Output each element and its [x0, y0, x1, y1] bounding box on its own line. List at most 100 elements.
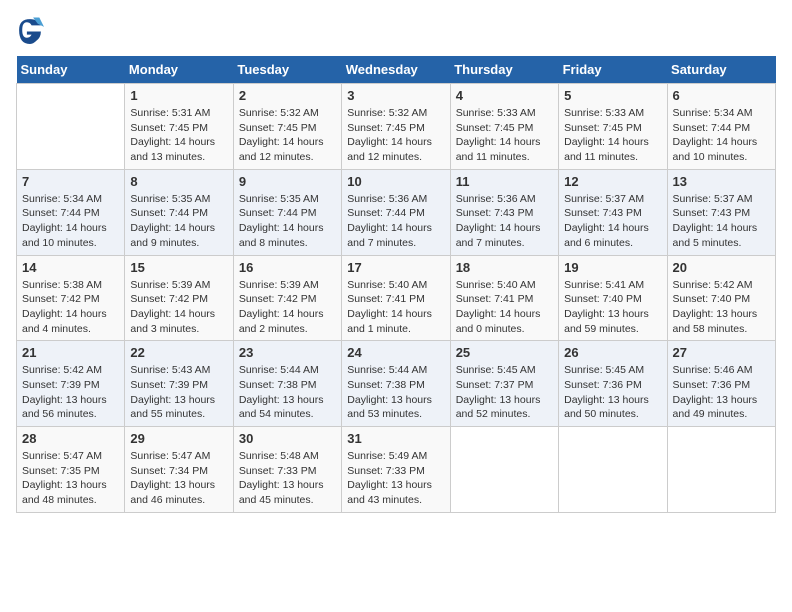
day-info: Sunrise: 5:49 AM Sunset: 7:33 PM Dayligh… — [347, 449, 444, 508]
day-info: Sunrise: 5:36 AM Sunset: 7:44 PM Dayligh… — [347, 192, 444, 251]
day-info: Sunrise: 5:32 AM Sunset: 7:45 PM Dayligh… — [239, 106, 336, 165]
day-info: Sunrise: 5:37 AM Sunset: 7:43 PM Dayligh… — [673, 192, 770, 251]
header-saturday: Saturday — [667, 56, 775, 84]
logo — [16, 16, 48, 44]
calendar-cell: 1 Sunrise: 5:31 AM Sunset: 7:45 PM Daylig… — [125, 84, 233, 170]
day-info: Sunrise: 5:48 AM Sunset: 7:33 PM Dayligh… — [239, 449, 336, 508]
day-number: 6 — [673, 88, 770, 103]
day-number: 16 — [239, 260, 336, 275]
day-number: 27 — [673, 345, 770, 360]
day-number: 18 — [456, 260, 553, 275]
day-number: 14 — [22, 260, 119, 275]
day-number: 19 — [564, 260, 661, 275]
day-number: 17 — [347, 260, 444, 275]
calendar-cell: 31 Sunrise: 5:49 AM Sunset: 7:33 PM Dayli… — [342, 427, 450, 513]
day-info: Sunrise: 5:36 AM Sunset: 7:43 PM Dayligh… — [456, 192, 553, 251]
day-info: Sunrise: 5:35 AM Sunset: 7:44 PM Dayligh… — [130, 192, 227, 251]
day-number: 13 — [673, 174, 770, 189]
day-info: Sunrise: 5:32 AM Sunset: 7:45 PM Dayligh… — [347, 106, 444, 165]
calendar-cell: 14 Sunrise: 5:38 AM Sunset: 7:42 PM Dayli… — [17, 255, 125, 341]
day-number: 29 — [130, 431, 227, 446]
day-number: 1 — [130, 88, 227, 103]
calendar-cell: 19 Sunrise: 5:41 AM Sunset: 7:40 PM Dayli… — [559, 255, 667, 341]
day-info: Sunrise: 5:41 AM Sunset: 7:40 PM Dayligh… — [564, 278, 661, 337]
day-number: 2 — [239, 88, 336, 103]
day-info: Sunrise: 5:38 AM Sunset: 7:42 PM Dayligh… — [22, 278, 119, 337]
calendar-cell: 17 Sunrise: 5:40 AM Sunset: 7:41 PM Dayli… — [342, 255, 450, 341]
calendar-cell: 3 Sunrise: 5:32 AM Sunset: 7:45 PM Daylig… — [342, 84, 450, 170]
calendar-cell: 21 Sunrise: 5:42 AM Sunset: 7:39 PM Dayli… — [17, 341, 125, 427]
day-info: Sunrise: 5:44 AM Sunset: 7:38 PM Dayligh… — [239, 363, 336, 422]
calendar-cell: 4 Sunrise: 5:33 AM Sunset: 7:45 PM Daylig… — [450, 84, 558, 170]
day-number: 25 — [456, 345, 553, 360]
day-info: Sunrise: 5:46 AM Sunset: 7:36 PM Dayligh… — [673, 363, 770, 422]
day-number: 12 — [564, 174, 661, 189]
day-number: 7 — [22, 174, 119, 189]
day-number: 5 — [564, 88, 661, 103]
day-number: 30 — [239, 431, 336, 446]
day-info: Sunrise: 5:47 AM Sunset: 7:35 PM Dayligh… — [22, 449, 119, 508]
header-tuesday: Tuesday — [233, 56, 341, 84]
calendar-cell: 24Sunrise: 5:44 AM Sunset: 7:38 PM Dayli… — [342, 341, 450, 427]
calendar-cell: 26Sunrise: 5:45 AM Sunset: 7:36 PM Dayli… — [559, 341, 667, 427]
calendar-table: SundayMondayTuesdayWednesdayThursdayFrid… — [16, 56, 776, 513]
day-info: Sunrise: 5:39 AM Sunset: 7:42 PM Dayligh… — [130, 278, 227, 337]
calendar-cell: 12 Sunrise: 5:37 AM Sunset: 7:43 PM Dayli… — [559, 169, 667, 255]
day-number: 9 — [239, 174, 336, 189]
calendar-cell — [559, 427, 667, 513]
day-info: Sunrise: 5:43 AM Sunset: 7:39 PM Dayligh… — [130, 363, 227, 422]
header-sunday: Sunday — [17, 56, 125, 84]
logo-icon — [16, 16, 44, 44]
day-info: Sunrise: 5:33 AM Sunset: 7:45 PM Dayligh… — [456, 106, 553, 165]
day-number: 21 — [22, 345, 119, 360]
calendar-cell — [17, 84, 125, 170]
calendar-cell: 13 Sunrise: 5:37 AM Sunset: 7:43 PM Dayli… — [667, 169, 775, 255]
calendar-cell: 18 Sunrise: 5:40 AM Sunset: 7:41 PM Dayli… — [450, 255, 558, 341]
week-row-4: 21 Sunrise: 5:42 AM Sunset: 7:39 PM Dayli… — [17, 341, 776, 427]
week-row-3: 14 Sunrise: 5:38 AM Sunset: 7:42 PM Dayli… — [17, 255, 776, 341]
calendar-cell — [450, 427, 558, 513]
day-number: 10 — [347, 174, 444, 189]
day-info: Sunrise: 5:37 AM Sunset: 7:43 PM Dayligh… — [564, 192, 661, 251]
day-number: 8 — [130, 174, 227, 189]
day-info: Sunrise: 5:45 AM Sunset: 7:37 PM Dayligh… — [456, 363, 553, 422]
day-number: 26 — [564, 345, 661, 360]
day-number: 20 — [673, 260, 770, 275]
header-thursday: Thursday — [450, 56, 558, 84]
calendar-cell: 16 Sunrise: 5:39 AM Sunset: 7:42 PM Dayli… — [233, 255, 341, 341]
day-info: Sunrise: 5:40 AM Sunset: 7:41 PM Dayligh… — [347, 278, 444, 337]
day-number: 31 — [347, 431, 444, 446]
day-info: Sunrise: 5:31 AM Sunset: 7:45 PM Dayligh… — [130, 106, 227, 165]
calendar-cell: 28Sunrise: 5:47 AM Sunset: 7:35 PM Dayli… — [17, 427, 125, 513]
day-number: 24 — [347, 345, 444, 360]
header-wednesday: Wednesday — [342, 56, 450, 84]
calendar-cell: 6 Sunrise: 5:34 AM Sunset: 7:44 PM Daylig… — [667, 84, 775, 170]
day-info: Sunrise: 5:42 AM Sunset: 7:39 PM Dayligh… — [22, 363, 119, 422]
calendar-cell: 8 Sunrise: 5:35 AM Sunset: 7:44 PM Daylig… — [125, 169, 233, 255]
page-header — [16, 16, 776, 44]
day-number: 11 — [456, 174, 553, 189]
week-row-2: 7Sunrise: 5:34 AM Sunset: 7:44 PM Daylig… — [17, 169, 776, 255]
day-number: 15 — [130, 260, 227, 275]
calendar-cell: 22Sunrise: 5:43 AM Sunset: 7:39 PM Dayli… — [125, 341, 233, 427]
day-number: 3 — [347, 88, 444, 103]
day-info: Sunrise: 5:39 AM Sunset: 7:42 PM Dayligh… — [239, 278, 336, 337]
calendar-cell: 25 Sunrise: 5:45 AM Sunset: 7:37 PM Dayli… — [450, 341, 558, 427]
calendar-cell: 23Sunrise: 5:44 AM Sunset: 7:38 PM Dayli… — [233, 341, 341, 427]
day-info: Sunrise: 5:33 AM Sunset: 7:45 PM Dayligh… — [564, 106, 661, 165]
calendar-cell: 7Sunrise: 5:34 AM Sunset: 7:44 PM Daylig… — [17, 169, 125, 255]
calendar-cell: 30 Sunrise: 5:48 AM Sunset: 7:33 PM Dayli… — [233, 427, 341, 513]
calendar-cell: 11 Sunrise: 5:36 AM Sunset: 7:43 PM Dayli… — [450, 169, 558, 255]
day-info: Sunrise: 5:47 AM Sunset: 7:34 PM Dayligh… — [130, 449, 227, 508]
day-info: Sunrise: 5:35 AM Sunset: 7:44 PM Dayligh… — [239, 192, 336, 251]
day-info: Sunrise: 5:42 AM Sunset: 7:40 PM Dayligh… — [673, 278, 770, 337]
calendar-cell: 27 Sunrise: 5:46 AM Sunset: 7:36 PM Dayli… — [667, 341, 775, 427]
calendar-cell: 29 Sunrise: 5:47 AM Sunset: 7:34 PM Dayli… — [125, 427, 233, 513]
week-row-1: 1 Sunrise: 5:31 AM Sunset: 7:45 PM Daylig… — [17, 84, 776, 170]
day-number: 4 — [456, 88, 553, 103]
header-friday: Friday — [559, 56, 667, 84]
calendar-header-row: SundayMondayTuesdayWednesdayThursdayFrid… — [17, 56, 776, 84]
day-info: Sunrise: 5:34 AM Sunset: 7:44 PM Dayligh… — [673, 106, 770, 165]
day-info: Sunrise: 5:40 AM Sunset: 7:41 PM Dayligh… — [456, 278, 553, 337]
week-row-5: 28Sunrise: 5:47 AM Sunset: 7:35 PM Dayli… — [17, 427, 776, 513]
